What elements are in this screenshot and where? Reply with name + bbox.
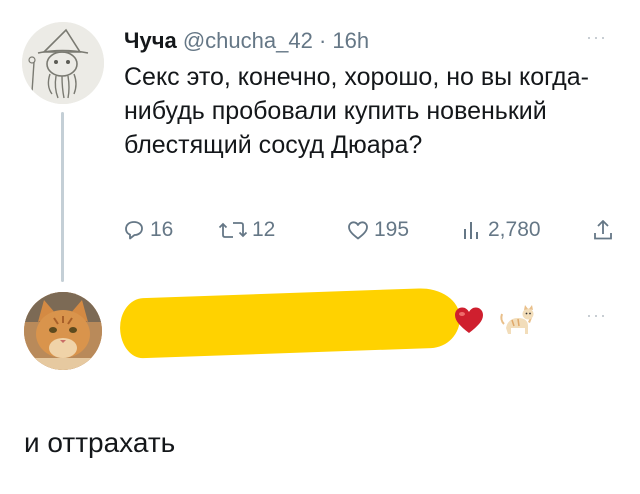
reply-text: и оттрахать (24, 427, 176, 458)
share-icon (594, 220, 612, 240)
views-count: 2,780 (488, 218, 541, 241)
ginger-cat-photo (24, 292, 102, 370)
wizard-octopus-drawing (22, 22, 104, 104)
tweet-actions-bar: 16 12 195 2,780 (122, 218, 622, 246)
reply-emoji-group (452, 300, 538, 340)
author-handle[interactable]: @chucha_42 (183, 28, 313, 53)
analytics-icon (464, 222, 478, 239)
tweet-text: Секс это, конечно, хорошо, но вы когда-н… (124, 63, 589, 159)
author-display-name[interactable]: Чуча (124, 28, 177, 53)
reply-icon (125, 221, 143, 240)
tweet-timestamp[interactable]: 16h (332, 28, 369, 53)
share-button[interactable] (592, 218, 614, 242)
cat-emoji (500, 305, 534, 334)
like-count: 195 (374, 218, 410, 241)
heart-outline-icon (348, 221, 368, 240)
author-avatar[interactable] (22, 22, 104, 104)
reply-count: 16 (150, 218, 174, 241)
thread-connector-line (61, 112, 64, 282)
retweet-icon (218, 222, 248, 238)
retweet-button[interactable]: 12 (218, 218, 275, 242)
header-separator: · (318, 28, 327, 53)
like-button[interactable]: 195 (346, 218, 409, 242)
retweet-count: 12 (252, 218, 276, 241)
tweet-header: Чуча @chucha_42 · 16h (124, 28, 369, 54)
reply-more-options-icon[interactable]: ··· (586, 306, 607, 324)
redacted-author-name (119, 287, 461, 359)
reply-button[interactable]: 16 (122, 218, 173, 242)
heart-emoji (455, 307, 483, 333)
tweet-more-options-icon[interactable]: ··· (586, 28, 607, 46)
views-button[interactable]: 2,780 (462, 218, 541, 242)
reply-author-avatar[interactable] (24, 292, 102, 370)
